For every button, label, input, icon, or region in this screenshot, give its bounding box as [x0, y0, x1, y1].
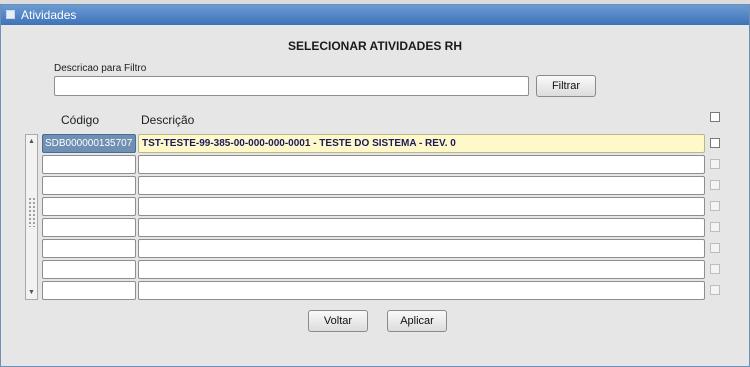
description-cell[interactable]: [138, 155, 705, 174]
title-bar[interactable]: Atividades: [1, 5, 749, 25]
window-title: Atividades: [21, 8, 77, 22]
row-checkbox[interactable]: [710, 138, 720, 148]
row-checkbox[interactable]: [710, 264, 720, 274]
code-cell[interactable]: [42, 281, 136, 300]
apply-button[interactable]: Aplicar: [387, 310, 447, 332]
code-cell[interactable]: [42, 218, 136, 237]
activities-dialog: Atividades SELECIONAR ATIVIDADES RH Desc…: [0, 4, 750, 367]
table-row[interactable]: [1, 176, 750, 197]
description-cell[interactable]: [138, 260, 705, 279]
row-checkbox[interactable]: [710, 180, 720, 190]
row-checkbox[interactable]: [710, 222, 720, 232]
code-cell[interactable]: [42, 176, 136, 195]
filter-label: Descricao para Filtro: [54, 63, 147, 74]
table-row[interactable]: [1, 155, 750, 176]
description-cell[interactable]: [138, 239, 705, 258]
app-icon: [6, 10, 15, 19]
activities-table: SDB000000135707 TST-TESTE-99-385-00-000-…: [1, 134, 750, 304]
description-cell[interactable]: [138, 218, 705, 237]
page-title: SELECIONAR ATIVIDADES RH: [287, 39, 462, 53]
description-cell[interactable]: TST-TESTE-99-385-00-000-000-0001 - TESTE…: [138, 134, 705, 153]
description-cell[interactable]: [138, 281, 705, 300]
filter-input[interactable]: [54, 76, 529, 96]
table-row[interactable]: [1, 260, 750, 281]
table-row[interactable]: [1, 218, 750, 239]
back-button[interactable]: Voltar: [308, 310, 368, 332]
description-cell[interactable]: [138, 197, 705, 216]
code-cell[interactable]: [42, 197, 136, 216]
column-header-description: Descrição: [141, 113, 195, 127]
row-checkbox[interactable]: [710, 243, 720, 253]
table-row[interactable]: [1, 239, 750, 260]
table-row[interactable]: SDB000000135707 TST-TESTE-99-385-00-000-…: [1, 134, 750, 155]
description-cell[interactable]: [138, 176, 705, 195]
code-cell[interactable]: [42, 239, 136, 258]
row-checkbox[interactable]: [710, 159, 720, 169]
select-all-checkbox[interactable]: [710, 112, 720, 122]
row-checkbox[interactable]: [710, 201, 720, 211]
table-row[interactable]: [1, 281, 750, 302]
row-checkbox[interactable]: [710, 285, 720, 295]
column-header-code: Código: [61, 113, 100, 127]
code-cell[interactable]: SDB000000135707: [42, 134, 136, 153]
table-row[interactable]: [1, 197, 750, 218]
filter-button[interactable]: Filtrar: [536, 75, 596, 97]
code-cell[interactable]: [42, 155, 136, 174]
code-cell[interactable]: [42, 260, 136, 279]
